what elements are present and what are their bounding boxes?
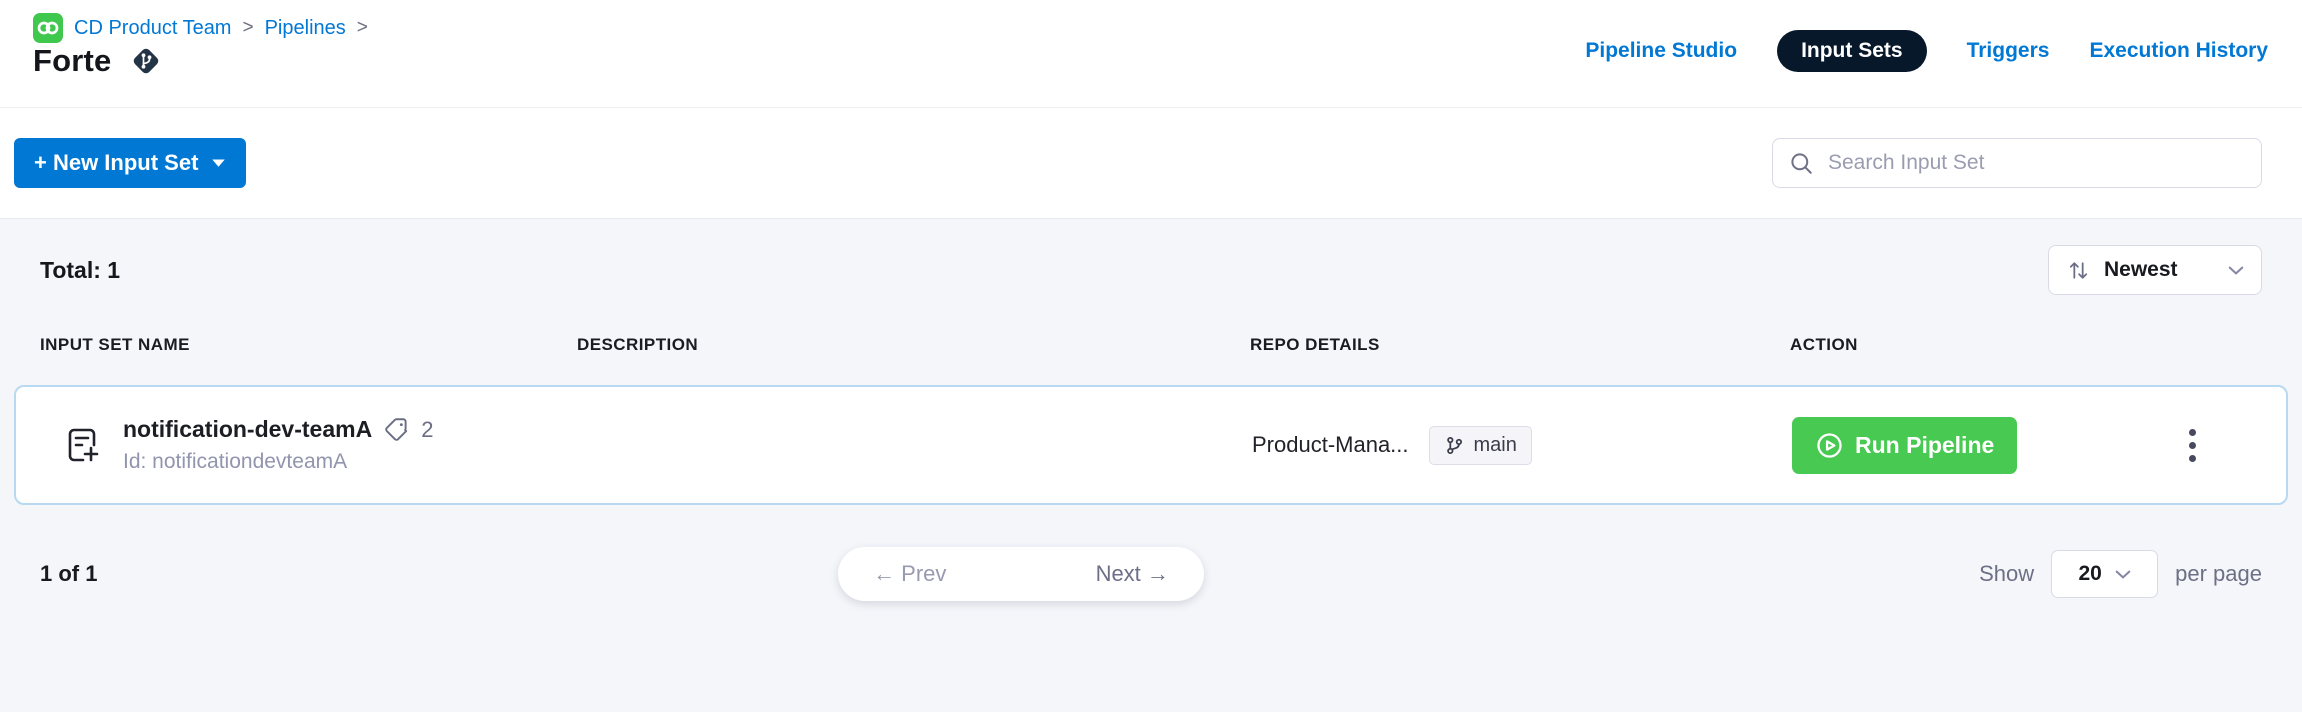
pipeline-tabs: Pipeline Studio Input Sets Triggers Exec… <box>1585 28 2268 74</box>
play-circle-icon <box>1815 431 1844 460</box>
prev-page-button[interactable]: ← Prev <box>838 547 982 601</box>
page-range: 1 of 1 <box>40 561 97 587</box>
remote-git-icon <box>127 42 165 80</box>
row-menu-button[interactable] <box>2181 421 2204 470</box>
branch-name: main <box>1474 434 1517 457</box>
input-set-name: notification-dev-teamA <box>123 416 372 443</box>
tag-icon <box>383 416 410 443</box>
show-label: Show <box>1979 561 2034 587</box>
branch-badge: main <box>1429 426 1532 465</box>
run-pipeline-label: Run Pipeline <box>1855 432 1994 459</box>
breadcrumb-separator: > <box>242 17 253 39</box>
title-row: Forte <box>33 42 165 80</box>
input-set-row[interactable]: notification-dev-teamA 2 Id: notificatio… <box>14 385 2288 505</box>
chevron-down-icon <box>2228 265 2244 276</box>
per-page-label: per page <box>2175 561 2262 587</box>
tab-triggers[interactable]: Triggers <box>1967 39 2050 63</box>
run-pipeline-button[interactable]: Run Pipeline <box>1792 417 2017 474</box>
cell-input-set-name: notification-dev-teamA 2 Id: notificatio… <box>42 416 579 474</box>
pagination: 1 of 1 ← Prev 1 Next → Show 20 per page <box>40 547 2262 601</box>
cd-module-icon <box>33 13 63 43</box>
page-size-group: Show 20 per page <box>1979 547 2262 601</box>
breadcrumb-project-link[interactable]: CD Product Team <box>74 17 231 40</box>
tag-count: 2 <box>421 417 433 443</box>
input-set-icon <box>60 422 106 468</box>
cell-repo-details: Product-Mana... main <box>1252 426 1792 465</box>
sort-dropdown[interactable]: Newest <box>2048 245 2262 295</box>
chevron-down-icon <box>2115 569 2131 580</box>
caret-down-icon <box>211 158 226 168</box>
col-input-set-name: INPUT SET NAME <box>40 335 577 355</box>
sort-selected-value: Newest <box>2104 258 2215 282</box>
name-id-block: notification-dev-teamA 2 Id: notificatio… <box>123 416 433 474</box>
cell-action: Run Pipeline <box>1792 417 2260 474</box>
col-description: DESCRIPTION <box>577 335 1250 355</box>
tab-input-sets[interactable]: Input Sets <box>1777 30 1927 72</box>
input-sets-panel: Total: 1 Newest INPUT SET NAME DESCRIPTI… <box>0 219 2302 712</box>
sort-arrows-icon <box>2066 258 2091 283</box>
search-icon <box>1788 150 1815 177</box>
next-page-button[interactable]: Next → <box>1061 547 1205 601</box>
total-count: Total: 1 <box>40 257 120 284</box>
search-box <box>1772 138 2262 188</box>
search-input[interactable] <box>1828 151 2246 175</box>
page-size-select[interactable]: 20 <box>2051 550 2158 598</box>
new-input-set-label: + New Input Set <box>34 150 198 176</box>
toolbar: + New Input Set <box>0 109 2302 219</box>
git-branch-icon <box>1444 435 1465 456</box>
tab-pipeline-studio[interactable]: Pipeline Studio <box>1585 39 1737 63</box>
page-title: Forte <box>33 43 112 79</box>
tab-execution-history[interactable]: Execution History <box>2089 39 2268 63</box>
breadcrumb-pipelines-link[interactable]: Pipelines <box>265 17 346 40</box>
col-repo-details: REPO DETAILS <box>1250 335 1790 355</box>
page-header: CD Product Team > Pipelines > Forte Pipe… <box>0 0 2302 108</box>
summary-row: Total: 1 Newest <box>40 219 2262 295</box>
new-input-set-button[interactable]: + New Input Set <box>14 138 246 188</box>
breadcrumb: CD Product Team > Pipelines > <box>33 13 368 43</box>
kebab-icon <box>2189 429 2196 436</box>
page-size-value: 20 <box>2078 562 2101 586</box>
table-header: INPUT SET NAME DESCRIPTION REPO DETAILS … <box>40 335 2262 355</box>
input-set-id: Id: notificationdevteamA <box>123 450 433 474</box>
col-action: ACTION <box>1790 335 2262 355</box>
repo-name: Product-Mana... <box>1252 432 1409 458</box>
pager: ← Prev 1 Next → <box>838 547 1204 601</box>
current-page-button[interactable]: 1 <box>982 547 1061 601</box>
breadcrumb-separator: > <box>357 17 368 39</box>
